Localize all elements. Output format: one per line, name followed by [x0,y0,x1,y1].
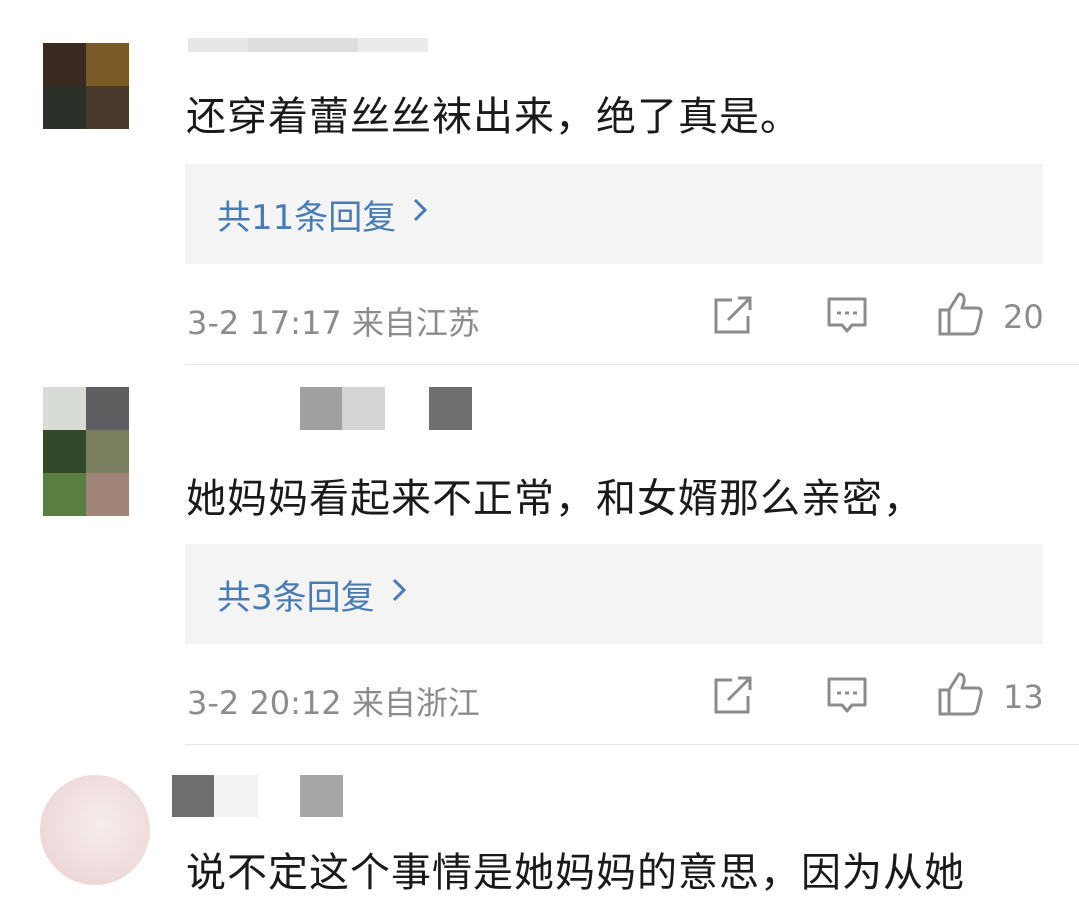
redaction-block [358,38,428,52]
avatar[interactable] [43,387,129,516]
divider [185,744,1079,745]
username-redacted[interactable] [300,387,472,430]
redaction-block [258,775,300,817]
thumbs-up-icon[interactable] [937,290,985,338]
comment-feed: 还穿着蕾丝丝袜出来，绝了真是。 共11条回复 3-2 17:17 来自江苏 20 [0,0,1079,903]
redaction-block [429,387,472,430]
avatar-pixel [43,430,86,473]
avatar-pixel [86,43,129,86]
reply-summary-box[interactable]: 共3条回复 [185,544,1043,644]
avatar-pixel [43,86,86,129]
avatar-pixel [86,473,129,516]
avatar-pixel [43,387,86,430]
comment-meta: 3-2 20:12 来自浙江 [187,684,480,722]
comment-text: 还穿着蕾丝丝袜出来，绝了真是。 [186,94,801,140]
divider [185,364,1079,365]
avatar-pixel [43,43,86,86]
avatar[interactable] [40,775,150,885]
reply-summary-box[interactable]: 共11条回复 [185,164,1043,264]
avatar-pixel [40,775,150,885]
redaction-block [300,775,343,817]
avatar[interactable] [43,43,129,129]
comment-icon[interactable] [826,296,868,336]
redaction-block [214,775,258,817]
comment-text: 她妈妈看起来不正常，和女婿那么亲密， [186,476,924,522]
share-icon[interactable] [712,676,754,716]
share-icon[interactable] [712,296,754,336]
username-redacted[interactable] [172,775,343,817]
avatar-pixel [43,473,86,516]
avatar-pixel [86,387,129,430]
like-count: 20 [1003,298,1044,336]
comment-meta: 3-2 17:17 来自江苏 [187,304,480,342]
reply-count-label: 共3条回复 [217,577,375,618]
redaction-block [188,38,248,52]
like-count: 13 [1003,678,1044,716]
comment-icon[interactable] [826,676,868,716]
view-replies-link[interactable]: 共3条回复 [217,544,407,644]
redaction-block [248,38,358,52]
username-redacted[interactable] [188,38,428,52]
redaction-block [385,387,429,430]
redaction-block [300,387,342,430]
chevron-right-icon [412,196,428,232]
reply-count-label: 共11条回复 [217,197,397,238]
comment-text: 说不定这个事情是她妈妈的意思，因为从她 [186,850,965,896]
chevron-right-icon [391,576,407,612]
avatar-pixel [86,430,129,473]
redaction-block [172,775,214,817]
avatar-pixel [86,86,129,129]
thumbs-up-icon[interactable] [937,670,985,718]
redaction-block [342,387,385,430]
view-replies-link[interactable]: 共11条回复 [217,164,428,264]
